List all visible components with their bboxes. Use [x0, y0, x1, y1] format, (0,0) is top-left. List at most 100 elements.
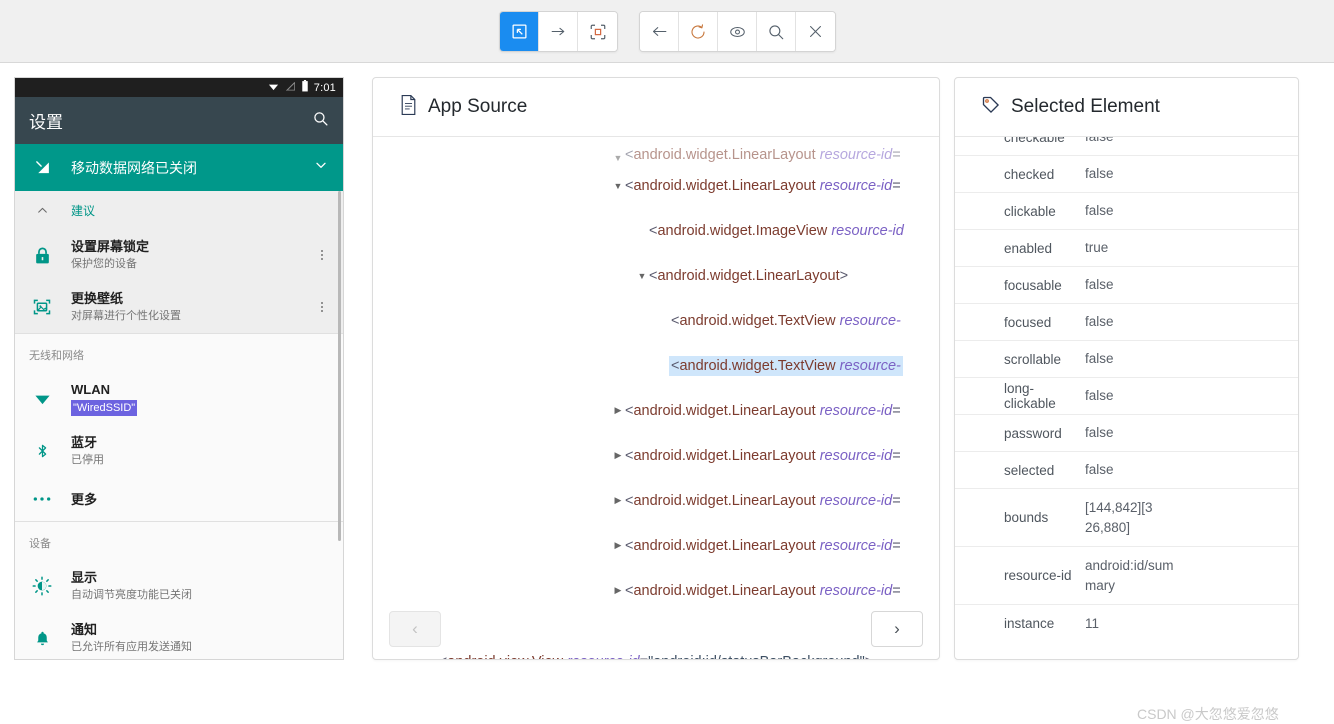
chevron-right-icon[interactable]: ▶	[611, 540, 625, 551]
attribute-key: checkable	[1004, 137, 1065, 145]
select-element-tool[interactable]	[500, 12, 539, 51]
sidebar-item-notifications[interactable]: 通知 已允许所有应用发送通知	[15, 612, 343, 659]
selected-element-header: Selected Element	[955, 78, 1298, 137]
settings-title: 设置	[29, 113, 63, 132]
chevron-down-icon[interactable]: ▼	[635, 271, 649, 281]
kebab-icon[interactable]	[315, 250, 329, 260]
tree-row[interactable]: ▶ <android.widget.LinearLayout resource-…	[373, 568, 939, 602]
suggestions-header[interactable]: 建议	[15, 191, 343, 229]
list-item-subtitle: 自动调节亮度功能已关闭	[71, 589, 192, 601]
refresh-button[interactable]	[679, 12, 718, 51]
toolbar-mode-group	[499, 11, 618, 52]
bell-icon	[29, 625, 55, 651]
source-tree[interactable]: ▼ <android.widget.LinearLayout resource-…	[373, 137, 939, 602]
chevron-right-icon[interactable]: ▶	[611, 495, 625, 506]
chevron-down-icon[interactable]: ▼	[611, 153, 625, 163]
suggestions-block: 建议 设置屏幕锁定 保护您的设备 更换壁纸 对屏幕进行个性化设置	[15, 191, 343, 333]
list-item-title: 设置屏幕锁定	[71, 239, 150, 254]
search-icon[interactable]	[312, 110, 329, 132]
battery-icon	[301, 79, 309, 97]
scrollbar[interactable]	[338, 191, 341, 541]
tree-row-selected[interactable]: <android.widget.TextView resource-	[373, 343, 939, 388]
mobile-data-banner[interactable]: 移动数据网络已关闭	[15, 144, 343, 191]
tree-row[interactable]: ▼ <android.widget.LinearLayout>	[373, 253, 939, 298]
list-item-text: WLAN "WiredSSID"	[71, 381, 329, 416]
list-item-subtitle: 已允许所有应用发送通知	[71, 641, 192, 653]
android-status-bar: 7:01	[15, 78, 343, 97]
tree-row-label: <android.widget.LinearLayout resource-id…	[625, 177, 901, 194]
kebab-icon[interactable]	[315, 302, 329, 312]
attribute-key: scrollable	[1004, 351, 1062, 367]
table-row: selected false	[955, 452, 1298, 489]
attribute-key: bounds	[1004, 510, 1049, 525]
attribute-value: false	[1085, 388, 1114, 403]
tree-row[interactable]: ▶ <android.widget.LinearLayout resource-…	[373, 478, 939, 523]
table-row: bounds [144,842][326,880]	[955, 489, 1298, 547]
mobile-data-banner-label: 移动数据网络已关闭	[71, 159, 197, 176]
list-item-title: 显示	[71, 570, 98, 585]
tree-row[interactable]: ▶ <android.widget.LinearLayout resource-…	[373, 388, 939, 433]
tree-row-label: <android.widget.ImageView resource-id	[649, 222, 904, 239]
tree-row[interactable]: ▼ <android.widget.LinearLayout resource-…	[373, 163, 939, 208]
chevron-down-icon[interactable]: ▼	[611, 181, 625, 191]
list-item-title: WLAN	[71, 382, 110, 397]
chevron-up-icon[interactable]	[29, 197, 55, 223]
table-row: focused false	[955, 304, 1298, 341]
selected-element-panel: Selected Element checkable false checked…	[954, 77, 1299, 660]
table-row: instance 11	[955, 605, 1298, 642]
tree-row-label: <android.widget.TextView resource-	[669, 355, 903, 376]
chevron-right-icon[interactable]: ▶	[611, 585, 625, 596]
chevron-right-icon[interactable]: ▶	[611, 450, 625, 461]
table-row: long-clickable false	[955, 378, 1298, 415]
list-item-text: 通知 已允许所有应用发送通知	[71, 621, 329, 655]
list-item[interactable]: 更换壁纸 对屏幕进行个性化设置	[15, 281, 343, 333]
tag-icon	[981, 95, 1001, 120]
source-pagination: ‹ ›	[373, 599, 939, 659]
mobile-data-off-icon	[29, 155, 55, 181]
tree-row[interactable]: ▶ <android.widget.LinearLayout resource-…	[373, 433, 939, 478]
tree-row[interactable]: <android.widget.ImageView resource-id	[373, 208, 939, 253]
previous-page-button[interactable]: ‹	[389, 611, 441, 647]
chevron-right-icon[interactable]: ▶	[611, 405, 625, 416]
tree-row[interactable]: ▶ <android.widget.LinearLayout resource-…	[373, 523, 939, 568]
watermark: CSDN @大忽悠爱忽悠	[1137, 706, 1279, 722]
attribute-value: android:id/summary	[1085, 557, 1174, 593]
attribute-key: resource-id	[1004, 568, 1072, 583]
sidebar-item-more[interactable]: 更多	[15, 477, 343, 521]
swipe-tool[interactable]	[539, 12, 578, 51]
cursor-select-icon	[511, 23, 528, 40]
attribute-key: password	[1004, 425, 1062, 441]
device-screen-panel[interactable]: 7:01 设置 移动数据网络已关闭 建议 设置屏幕锁定 保护您的设备 更换壁纸 …	[14, 77, 344, 660]
list-item[interactable]: 设置屏幕锁定 保护您的设备	[15, 229, 343, 281]
tree-row-label: <android.widget.LinearLayout resource-id…	[625, 447, 901, 464]
tree-row-label: <android.widget.LinearLayout resource-id…	[625, 537, 901, 554]
attribute-value: false	[1085, 137, 1144, 147]
arrow-right-icon	[549, 23, 568, 40]
sidebar-item-bluetooth[interactable]: 蓝牙 已停用	[15, 425, 343, 477]
tree-row[interactable]: ▼ <android.widget.LinearLayout resource-…	[373, 137, 939, 163]
attribute-value: false	[1085, 351, 1114, 366]
next-page-button[interactable]: ›	[871, 611, 923, 647]
list-item-title: 通知	[71, 622, 98, 637]
list-item-subtitle: 保护您的设备	[71, 258, 137, 270]
toggle-visibility-button[interactable]	[718, 12, 757, 51]
page-title: Selected Element	[1011, 96, 1160, 117]
list-item-title: 蓝牙	[71, 435, 98, 450]
attributes-table[interactable]: checkable false checked false clickable …	[955, 137, 1298, 659]
sidebar-item-wlan[interactable]: WLAN "WiredSSID"	[15, 372, 343, 425]
close-button[interactable]	[796, 12, 835, 51]
page-title: App Source	[428, 96, 528, 117]
attribute-key: focused	[1004, 314, 1052, 330]
arrow-left-icon	[650, 23, 669, 40]
back-button[interactable]	[640, 12, 679, 51]
app-source-header: App Source	[373, 78, 939, 137]
attribute-key: long-clickable	[1004, 381, 1056, 411]
list-item-title: 更多	[71, 491, 98, 507]
chevron-down-icon[interactable]	[313, 157, 329, 178]
wallpaper-icon	[29, 294, 55, 320]
search-button[interactable]	[757, 12, 796, 51]
sidebar-item-display[interactable]: 显示 自动调节亮度功能已关闭	[15, 560, 343, 612]
tap-by-coordinates-tool[interactable]	[578, 12, 617, 51]
tree-row[interactable]: <android.widget.TextView resource-	[373, 298, 939, 343]
attribute-value: 11	[1085, 615, 1100, 631]
